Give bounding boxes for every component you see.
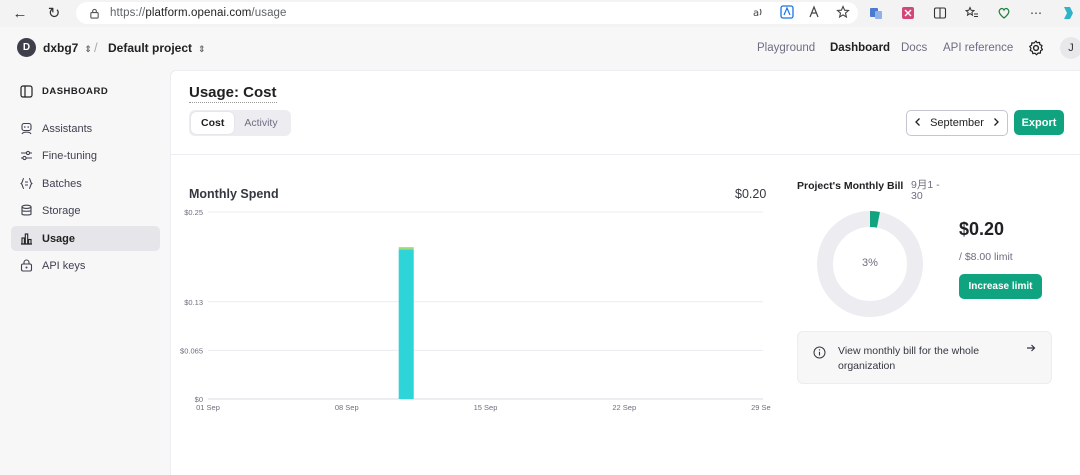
y-tick-label: $0.065 — [180, 346, 203, 355]
bill-date-range: 9月1 - 30 — [911, 179, 940, 202]
main-panel: Usage: Cost Cost Activity September Expo… — [170, 70, 1080, 475]
nav-api-reference[interactable]: API reference — [943, 42, 1013, 54]
nav-dashboard[interactable]: Dashboard — [830, 42, 890, 54]
x-tick-label: 15 Sep — [474, 403, 498, 412]
bill-amount: $0.20 — [959, 219, 1005, 239]
spend-bar — [398, 249, 414, 399]
project-selector[interactable]: Default project ⇕ — [108, 41, 206, 55]
chart-total: $0.20 — [735, 187, 767, 201]
favorite-icon[interactable] — [836, 5, 850, 22]
month-selector[interactable]: September — [906, 110, 1008, 136]
chevron-right-icon[interactable] — [991, 117, 1001, 130]
info-icon — [813, 346, 826, 359]
increase-limit-button[interactable]: Increase limit — [959, 274, 1042, 299]
bill-limit: / $8.00 limit — [959, 251, 1013, 263]
svg-text:a: a — [753, 8, 759, 19]
bar-chart-icon — [20, 232, 33, 245]
spend-bar — [398, 247, 414, 250]
sidebar-item-storage[interactable]: Storage — [11, 198, 160, 223]
divider — [171, 154, 1080, 155]
nav-playground[interactable]: Playground — [757, 42, 815, 54]
split-screen-icon[interactable] — [930, 3, 950, 23]
y-tick-label: $0.13 — [184, 298, 203, 307]
org-bill-link-text: View monthly bill for the whole organiza… — [838, 345, 980, 372]
cost-activity-toggle: Cost Activity — [189, 110, 291, 136]
assistant-icon — [20, 122, 33, 135]
org-selector[interactable]: dxbg7 ⇕ — [43, 41, 92, 55]
sidebar-item-assistants[interactable]: Assistants — [11, 116, 160, 141]
arrow-right-icon — [1026, 342, 1036, 356]
tab-activity[interactable]: Activity — [234, 112, 287, 134]
extension-translate-icon[interactable] — [866, 3, 886, 23]
sidebar-item-fine-tuning[interactable]: Fine-tuning — [11, 143, 160, 168]
chart-title: Monthly Spend — [189, 187, 279, 201]
x-tick-label: 22 Sep — [612, 403, 636, 412]
sidebar-heading-dashboard: DASHBOARD — [11, 79, 160, 104]
more-menu-icon[interactable]: ⋯ — [1026, 3, 1046, 23]
chevron-left-icon[interactable] — [913, 117, 923, 130]
y-tick-label: $0.25 — [184, 208, 203, 217]
extension-pink-icon[interactable] — [898, 3, 918, 23]
sidebar-item-batches[interactable]: Batches — [11, 171, 160, 196]
sidebar: DASHBOARD Assistants Fine-tuning Batches… — [0, 70, 170, 475]
breadcrumb-separator: / — [94, 40, 98, 55]
address-bar[interactable]: https://platform.openai.com/usage a — [76, 2, 858, 24]
favorites-bar-icon[interactable] — [962, 3, 982, 23]
dashboard-panel-icon — [20, 85, 33, 98]
copilot-icon[interactable] — [1058, 3, 1078, 23]
org-bill-link[interactable]: View monthly bill for the whole organiza… — [797, 331, 1052, 384]
url-text: https://platform.openai.com/usage — [110, 7, 287, 19]
text-size-icon[interactable] — [808, 5, 822, 22]
braces-icon — [20, 177, 33, 190]
back-icon[interactable]: ← — [9, 2, 31, 24]
user-avatar[interactable]: J — [1060, 37, 1080, 59]
lock-icon[interactable] — [88, 7, 100, 19]
read-aloud-icon[interactable]: a — [752, 5, 766, 22]
x-tick-label: 29 Sep — [751, 403, 771, 412]
settings-gear-icon[interactable] — [1027, 39, 1045, 57]
bill-percent: 3% — [862, 257, 878, 269]
selector-chevron-icon: ⇕ — [84, 44, 92, 54]
database-icon — [20, 204, 33, 217]
sliders-icon — [20, 149, 33, 162]
translate-icon[interactable] — [780, 5, 794, 22]
sidebar-item-api-keys[interactable]: API keys — [11, 253, 160, 278]
nav-docs[interactable]: Docs — [901, 42, 927, 54]
month-label: September — [930, 117, 984, 129]
lock-icon — [20, 259, 33, 272]
reload-icon[interactable]: ↻ — [43, 2, 65, 24]
bill-title: Project's Monthly Bill — [797, 180, 904, 192]
page-title[interactable]: Usage: Cost — [189, 84, 277, 103]
export-button[interactable]: Export — [1014, 110, 1064, 135]
sidebar-item-usage[interactable]: Usage — [11, 226, 160, 251]
monthly-spend-chart: $0.25$0.13$0.065$001 Sep 08 Sep 15 Sep 22 S… — [180, 208, 771, 412]
x-tick-label: 01 Sep — [196, 403, 220, 412]
browser-essentials-icon[interactable] — [994, 3, 1014, 23]
tab-cost[interactable]: Cost — [191, 112, 235, 134]
org-avatar[interactable]: D — [17, 38, 36, 57]
selector-chevron-icon: ⇕ — [198, 44, 206, 54]
x-tick-label: 08 Sep — [335, 403, 359, 412]
browser-toolbar: ← ↻ https://platform.openai.com/usage a — [0, 0, 1080, 27]
app-header: D dxbg7 ⇕ / Default project ⇕ Playground D… — [0, 27, 1080, 70]
